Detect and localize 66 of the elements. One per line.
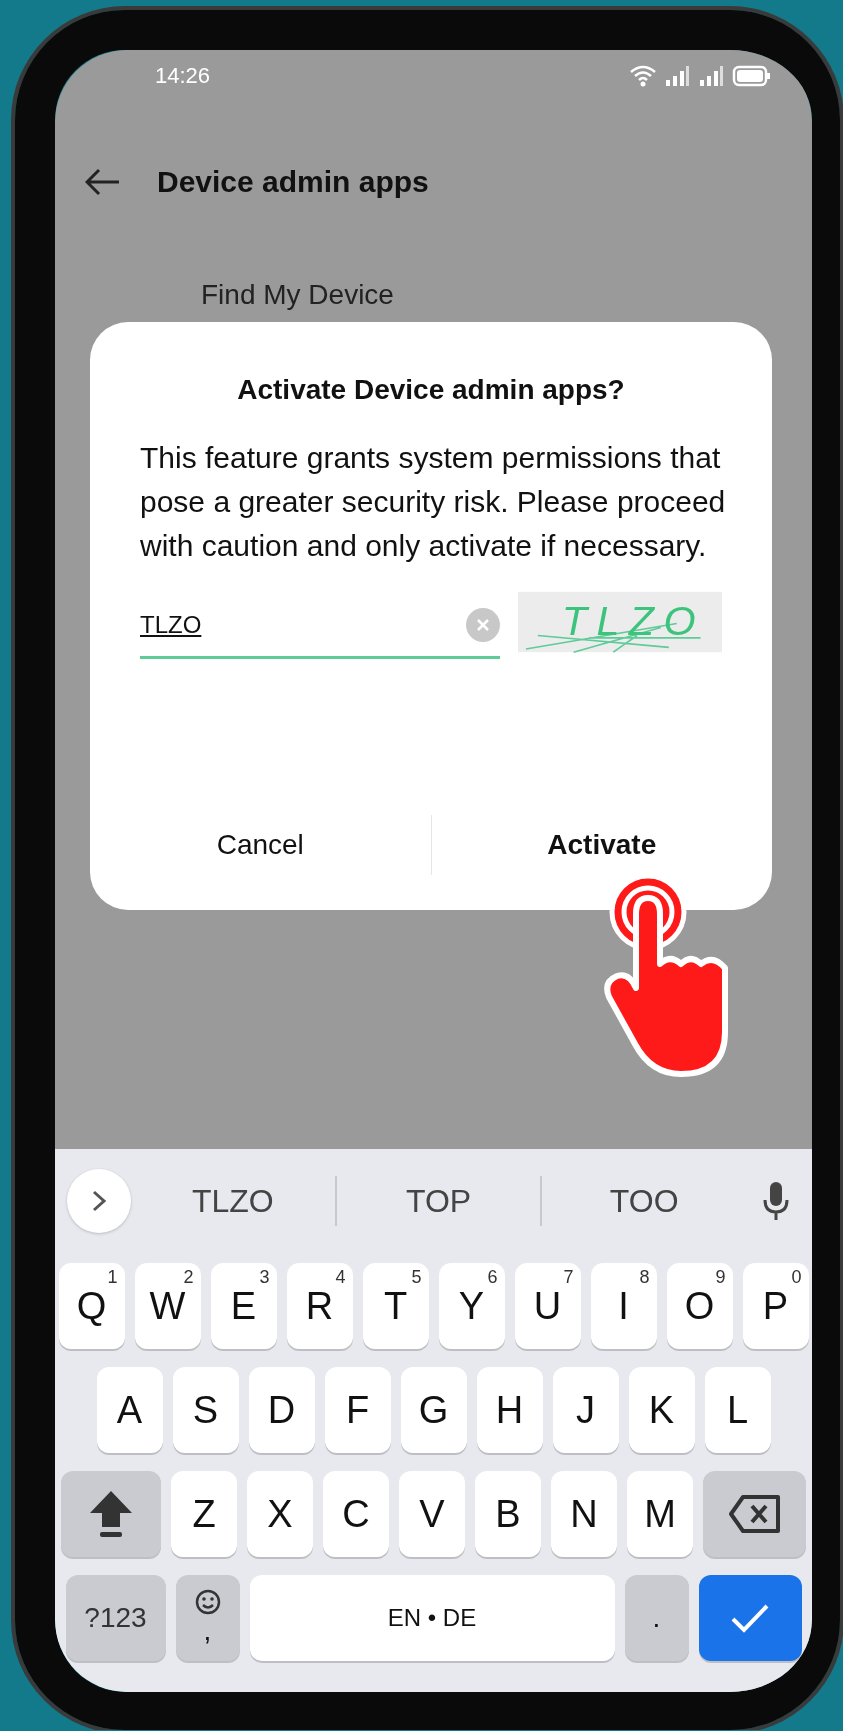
suggestion[interactable]: TLZO bbox=[131, 1181, 335, 1221]
dialog-title: Activate Device admin apps? bbox=[236, 374, 626, 406]
keyboard-key[interactable]: Z bbox=[171, 1471, 237, 1557]
suggestion[interactable]: TOP bbox=[336, 1181, 541, 1221]
checkmark-icon bbox=[730, 1602, 770, 1634]
key-hint: 7 bbox=[563, 1267, 574, 1288]
keyboard-key[interactable]: L bbox=[704, 1367, 771, 1453]
key-hint: 0 bbox=[791, 1267, 802, 1288]
keyboard-key[interactable]: Q 1 bbox=[58, 1263, 125, 1349]
keyboard-key[interactable]: G bbox=[400, 1367, 467, 1453]
enter-key[interactable] bbox=[698, 1575, 802, 1661]
keyboard-key[interactable]: R 4 bbox=[286, 1263, 353, 1349]
keyboard-key[interactable]: I 8 bbox=[590, 1263, 657, 1349]
keyboard-key[interactable]: J bbox=[552, 1367, 619, 1453]
symbols-key[interactable]: ?123 bbox=[65, 1575, 166, 1661]
key-hint: 5 bbox=[411, 1267, 422, 1288]
keyboard-key[interactable]: K bbox=[628, 1367, 695, 1453]
keyboard-key[interactable]: F bbox=[324, 1367, 391, 1453]
comma-label: , bbox=[203, 1615, 212, 1647]
dialog-button[interactable]: Cancel bbox=[90, 813, 431, 877]
shift-icon bbox=[88, 1489, 134, 1539]
key-hint: 2 bbox=[183, 1267, 194, 1288]
keyboard-key[interactable]: M bbox=[627, 1471, 693, 1557]
dialog-message: This feature grants system permissions that pose a greater security risk. Please proceed with caution and only activate if necessary. bbox=[140, 440, 727, 564]
period-key[interactable]: . bbox=[624, 1575, 689, 1661]
keyboard-key[interactable]: E 3 bbox=[210, 1263, 277, 1349]
key-hint: 6 bbox=[487, 1267, 498, 1288]
back-arrow-icon[interactable] bbox=[85, 168, 121, 196]
space-key[interactable]: EN • DE bbox=[249, 1575, 615, 1661]
keyboard-key[interactable]: X bbox=[247, 1471, 313, 1557]
keyboard-key[interactable]: H bbox=[476, 1367, 543, 1453]
keyboard-key[interactable]: W 2 bbox=[134, 1263, 201, 1349]
keyboard-key[interactable]: O 9 bbox=[666, 1263, 733, 1349]
close-icon bbox=[475, 616, 491, 633]
page-title: Device admin apps bbox=[157, 165, 429, 199]
backspace-icon bbox=[727, 1494, 782, 1534]
keyboard-key[interactable]: B bbox=[475, 1471, 541, 1557]
keyboard-key[interactable]: T 5 bbox=[362, 1263, 429, 1349]
suggestion[interactable]: TOO bbox=[542, 1181, 746, 1221]
key-hint: 1 bbox=[107, 1267, 118, 1288]
smiley-icon bbox=[194, 1589, 221, 1615]
list-item[interactable]: Find My Device bbox=[201, 279, 812, 311]
dialog-button[interactable]: Activate bbox=[431, 813, 772, 877]
keyboard-key[interactable]: V bbox=[399, 1471, 465, 1557]
key-hint: 4 bbox=[335, 1267, 346, 1288]
keyboard-key[interactable]: D bbox=[248, 1367, 315, 1453]
key-hint: 8 bbox=[639, 1267, 650, 1288]
microphone-icon bbox=[762, 1180, 790, 1222]
shift-key[interactable] bbox=[61, 1471, 161, 1557]
signal-icon bbox=[698, 65, 724, 87]
keyboard-key[interactable]: P 0 bbox=[742, 1263, 809, 1349]
backspace-key[interactable] bbox=[703, 1471, 806, 1557]
status-time: 14:26 bbox=[155, 63, 211, 89]
key-hint: 9 bbox=[715, 1267, 726, 1288]
keyboard-key[interactable]: N bbox=[551, 1471, 617, 1557]
keyboard-key[interactable]: C bbox=[323, 1471, 389, 1557]
keyboard-key[interactable]: U 7 bbox=[514, 1263, 581, 1349]
keyboard-key[interactable]: S bbox=[172, 1367, 239, 1453]
battery-icon bbox=[732, 65, 772, 87]
emoji-key[interactable]: , bbox=[175, 1575, 240, 1661]
key-hint: 3 bbox=[259, 1267, 270, 1288]
keyboard-key[interactable]: Y 6 bbox=[438, 1263, 505, 1349]
signal-icon bbox=[664, 65, 690, 87]
wifi-icon bbox=[630, 65, 656, 87]
chevron-right-icon bbox=[91, 1189, 107, 1213]
keyboard-key[interactable]: A bbox=[96, 1367, 163, 1453]
